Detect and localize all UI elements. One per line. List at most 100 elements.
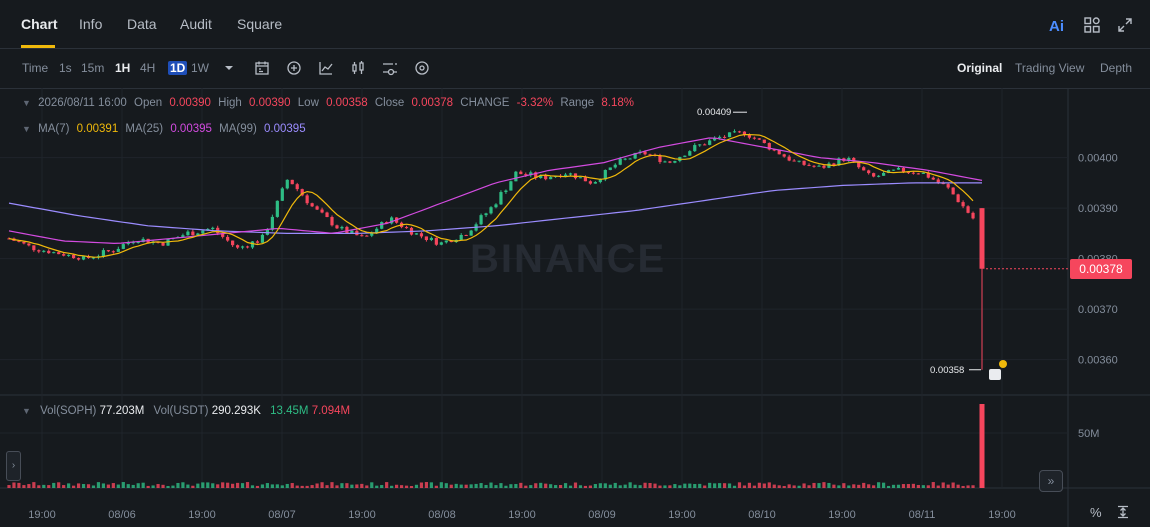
interval-1h[interactable]: 1H (115, 61, 130, 75)
volume-bar (539, 482, 543, 488)
volume-bar (926, 485, 930, 488)
tab-chart[interactable]: Chart (21, 16, 58, 32)
volume-bar (653, 483, 657, 488)
expand-handle[interactable]: › (6, 451, 21, 481)
tab-data[interactable]: Data (127, 16, 157, 32)
candle-body (404, 227, 409, 229)
volume-bar (916, 484, 920, 488)
view-original[interactable]: Original (957, 61, 1002, 75)
candle-body (499, 192, 503, 205)
candle-body (280, 188, 284, 201)
candles-icon[interactable] (350, 60, 366, 76)
ma99-label: MA(99) (219, 123, 257, 135)
price-chart[interactable]: 0.004000.003900.003800.003700.0036050MBI… (0, 88, 1150, 527)
volume-bar (305, 485, 309, 488)
candle-body (275, 200, 279, 217)
volume-bar (459, 484, 463, 488)
interval-1w[interactable]: 1W (191, 61, 209, 75)
line-chart-icon[interactable] (318, 60, 334, 76)
tab-square[interactable]: Square (237, 16, 282, 32)
target-icon[interactable] (414, 60, 430, 76)
view-depth[interactable]: Depth (1100, 61, 1132, 75)
volume-bar (235, 482, 240, 488)
volume-bar (613, 482, 617, 488)
settings-slider-icon[interactable] (382, 60, 398, 76)
candle-body (683, 155, 687, 157)
volume-bar (211, 483, 215, 488)
change-value: -3.32% (516, 97, 554, 109)
volume-bar-spike (979, 404, 985, 488)
candle-body (186, 231, 190, 236)
interval-4h[interactable]: 4H (140, 61, 155, 75)
volume-bar (931, 482, 935, 488)
candle-body (618, 158, 622, 165)
volume-bar (62, 485, 66, 488)
interval-time[interactable]: Time (22, 61, 48, 75)
time-tick-label: 08/07 (268, 509, 296, 521)
candle-body (494, 204, 498, 208)
collapse-caret-icon[interactable]: ▼ (22, 406, 31, 416)
volume-bar (454, 483, 458, 488)
range-label: Range (560, 97, 595, 109)
candle-body (946, 184, 950, 188)
tab-audit[interactable]: Audit (180, 16, 212, 32)
plus-circle-icon[interactable] (286, 60, 302, 76)
low-marker-label: 0.00358 (930, 365, 964, 376)
ai-icon[interactable]: Ai (1049, 18, 1064, 35)
price-tick-label: 0.00390 (1078, 203, 1118, 215)
time-tick-label: 08/08 (428, 509, 456, 521)
volume-bar (777, 485, 781, 488)
candle-body (782, 154, 786, 157)
volume-bar (216, 484, 220, 488)
high-value: 0.00390 (249, 97, 291, 109)
chevron-down-icon[interactable] (223, 62, 235, 74)
interval-15m[interactable]: 15m (81, 61, 104, 75)
calendar-icon[interactable] (254, 60, 270, 76)
volume-bar (698, 483, 702, 488)
candle-body (57, 252, 61, 255)
candle-body (509, 181, 513, 191)
volume-bar (47, 485, 51, 488)
volume-bar (464, 484, 468, 488)
vol-usdt-label: Vol(USDT) (153, 405, 209, 417)
candle-body (62, 254, 66, 256)
candle-body (245, 246, 250, 248)
collapse-caret-icon[interactable]: ▼ (22, 124, 31, 134)
volume-bar (265, 483, 269, 488)
vol-ma2-value: 7.094M (311, 405, 351, 417)
high-marker-label: 0.00409 (697, 107, 731, 118)
volume-bar (832, 484, 836, 488)
candle-body (867, 170, 871, 174)
auto-scale-icon[interactable] (1116, 505, 1130, 519)
volume-bar (568, 485, 573, 488)
candle-body (226, 236, 230, 241)
candle-body (549, 177, 553, 180)
candle-body (325, 212, 329, 218)
volume-bar (782, 485, 786, 488)
volume-bar (186, 484, 190, 488)
view-trading-view[interactable]: Trading View (1015, 61, 1084, 75)
collapse-caret-icon[interactable]: ▼ (22, 98, 31, 108)
candle-body (951, 187, 955, 195)
volume-bar (315, 483, 319, 488)
candle-body (116, 248, 120, 252)
volume-bar (390, 485, 394, 488)
candle-body (121, 244, 125, 249)
volume-bar (290, 483, 294, 488)
candle-body (479, 215, 483, 225)
candle-body (931, 177, 935, 180)
scroll-to-latest-button[interactable]: » (1039, 470, 1063, 492)
volume-bar (226, 482, 230, 488)
tab-info[interactable]: Info (79, 16, 102, 32)
interval-1s[interactable]: 1s (59, 61, 72, 75)
interval-1d[interactable]: 1D (168, 61, 188, 75)
expand-icon[interactable] (1116, 16, 1134, 34)
percent-icon[interactable]: % (1090, 505, 1104, 520)
volume-bar (598, 483, 602, 488)
candle-body (643, 151, 647, 155)
volume-bar (852, 484, 856, 488)
candle-body (290, 179, 294, 185)
grid-icon[interactable] (1083, 16, 1101, 34)
volume-bar (633, 484, 637, 488)
candle-body (240, 246, 245, 248)
